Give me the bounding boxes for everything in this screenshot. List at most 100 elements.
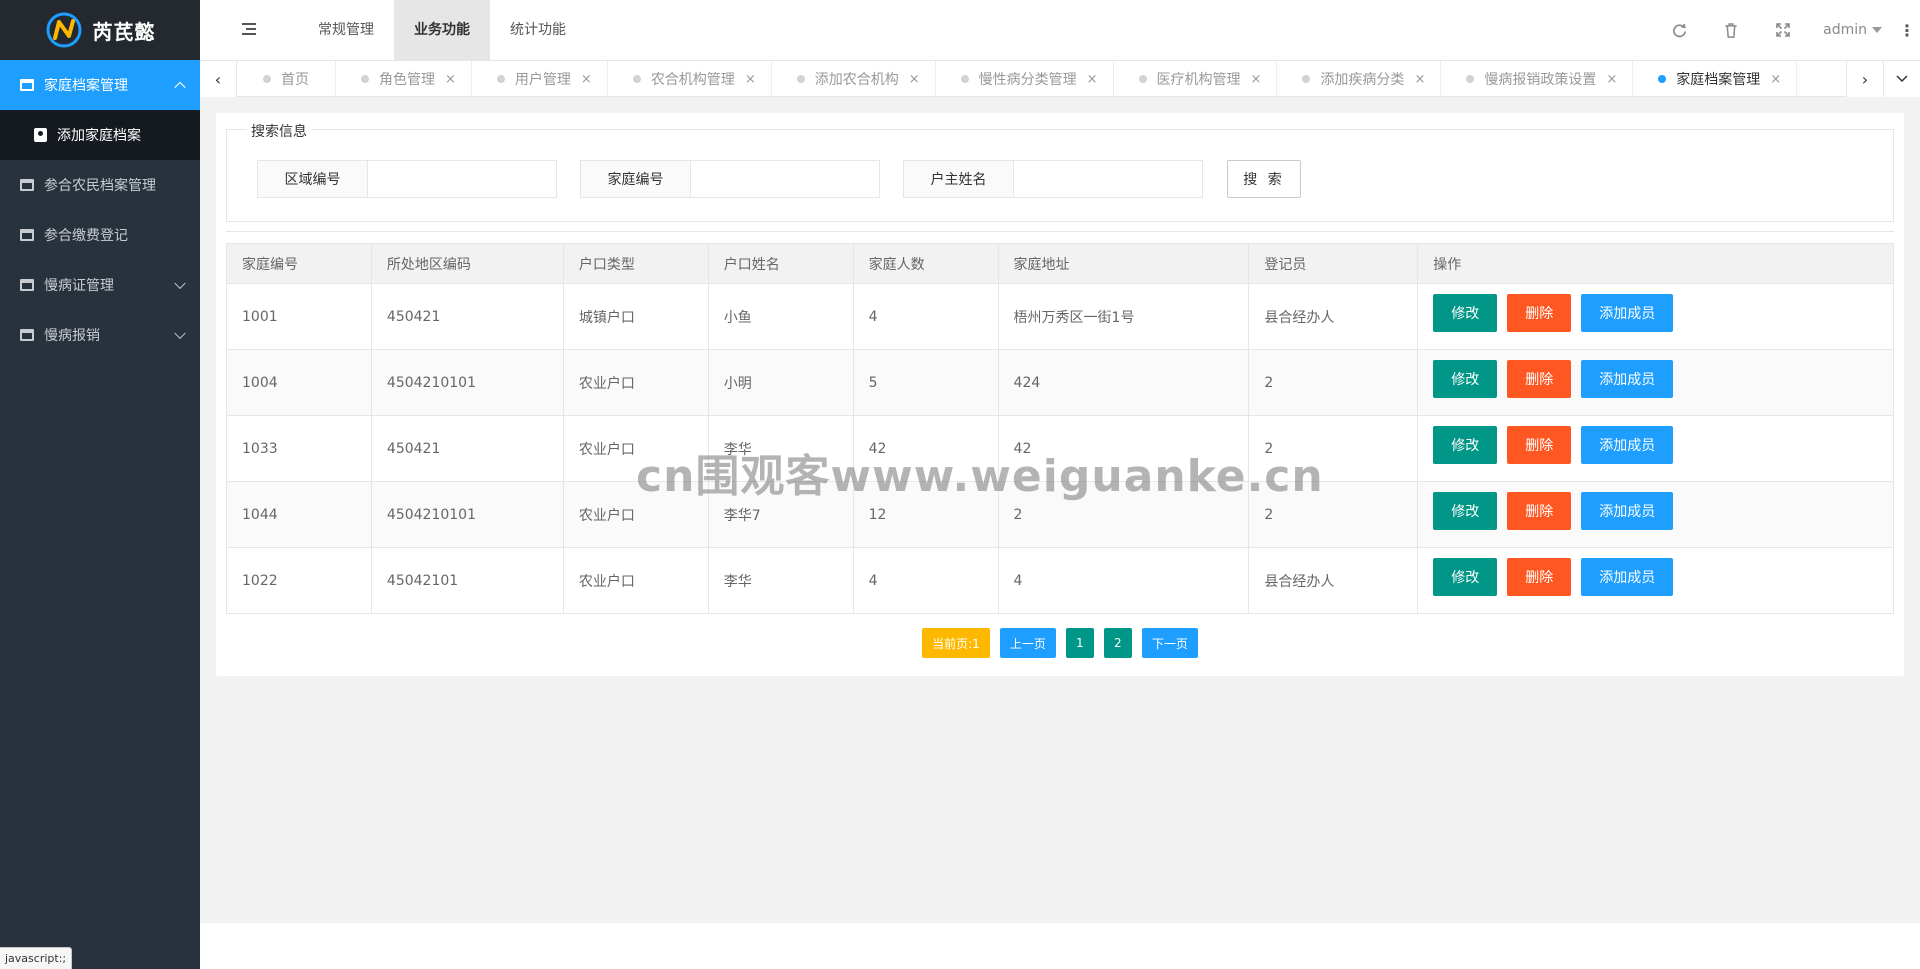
top-menu-routine[interactable]: 常规管理 (298, 0, 394, 60)
edit-button[interactable]: 修改 (1433, 491, 1498, 530)
tab-role-manage[interactable]: 角色管理 × (336, 61, 472, 97)
close-icon[interactable]: × (1251, 72, 1262, 87)
sidebar-item-label: 添加家庭档案 (57, 128, 141, 144)
close-icon[interactable]: × (745, 72, 756, 87)
current-page-indicator: 当前页:1 (922, 628, 990, 658)
table-cell: 1044 (226, 481, 372, 548)
close-icon[interactable]: × (445, 72, 456, 87)
delete-button[interactable]: 删除 (1507, 425, 1572, 464)
table-cell: 424 (997, 349, 1250, 416)
next-page-button[interactable]: 下一页 (1141, 628, 1198, 658)
edit-button[interactable]: 修改 (1433, 359, 1498, 398)
close-icon[interactable]: × (1770, 72, 1781, 87)
menu-toggle-icon[interactable] (242, 23, 256, 35)
more-icon[interactable]: ⋮ (1894, 0, 1920, 60)
column-header: 所处地区编码 (370, 243, 564, 284)
chevron-right-icon[interactable]: › (1846, 61, 1883, 97)
area-code-input[interactable] (367, 160, 557, 198)
field-label: 家庭编号 (580, 160, 690, 198)
tab-chronic-category[interactable]: 慢性病分类管理 × (936, 61, 1114, 97)
top-menu: 常规管理 业务功能 统计功能 (298, 0, 586, 60)
top-menu-statistics[interactable]: 统计功能 (490, 0, 586, 60)
close-icon[interactable]: × (581, 72, 592, 87)
table-row: 1001 450421 城镇户口 小鱼 4 梧州万秀区一街1号 县合经办人 修改… (226, 283, 1894, 350)
edit-button[interactable]: 修改 (1433, 425, 1498, 464)
tab-add-disease-category[interactable]: 添加疾病分类 × (1277, 61, 1442, 97)
table-row: 1004 4504210101 农业户口 小明 5 424 2 修改 删除 添加… (226, 349, 1894, 416)
tab-family-archive[interactable]: 家庭档案管理 × (1633, 61, 1798, 97)
edit-button[interactable]: 修改 (1433, 293, 1498, 332)
tab-label: 用户管理 (514, 72, 571, 88)
family-code-input[interactable] (690, 160, 880, 198)
add-member-button[interactable]: 添加成员 (1581, 293, 1674, 332)
delete-button[interactable]: 删除 (1507, 557, 1572, 596)
logo-icon (46, 12, 81, 48)
prev-page-button[interactable]: 上一页 (999, 628, 1056, 658)
table-cell: 5 (852, 349, 999, 416)
user-name: admin (1823, 22, 1867, 38)
sidebar-item-label: 参合缴费登记 (44, 228, 128, 244)
tab-dot (960, 75, 969, 83)
delete-button[interactable]: 删除 (1507, 359, 1572, 398)
top-menu-business[interactable]: 业务功能 (394, 0, 490, 60)
logo[interactable]: 芮芪懿 (0, 0, 200, 60)
tab-coop-org-manage[interactable]: 农合机构管理 × (608, 61, 772, 97)
table-cell: 4504210101 (370, 481, 564, 548)
edit-button[interactable]: 修改 (1433, 557, 1498, 596)
delete-button[interactable]: 删除 (1507, 293, 1572, 332)
window-icon (20, 79, 34, 91)
content-card: 搜索信息 区域编号 家庭编号 户主姓名 搜 索 家庭编号 所处地区编码 户口类型… (216, 113, 1904, 676)
tab-user-manage[interactable]: 用户管理 × (472, 61, 608, 97)
tab-dot (1302, 75, 1311, 83)
add-member-button[interactable]: 添加成员 (1581, 425, 1674, 464)
table-row: 1033 450421 农业户口 李华 42 42 2 修改 删除 添加成员 (226, 415, 1894, 482)
family-table: 家庭编号 所处地区编码 户口类型 户口姓名 家庭人数 家庭地址 登记员 操作 1… (226, 243, 1894, 614)
page-button-2[interactable]: 2 (1103, 628, 1132, 658)
tab-add-coop-org[interactable]: 添加农合机构 × (772, 61, 936, 97)
sidebar-subitem-add-family-archive[interactable]: 添加家庭档案 (0, 110, 200, 160)
add-member-button[interactable]: 添加成员 (1581, 491, 1674, 530)
trash-icon[interactable] (1705, 0, 1757, 60)
tab-medical-org[interactable]: 医疗机构管理 × (1114, 61, 1278, 97)
contact-icon (34, 128, 47, 142)
column-header: 家庭编号 (226, 243, 372, 284)
tab-dot (361, 75, 369, 83)
user-menu[interactable]: admin (1809, 22, 1894, 38)
chevron-down-icon[interactable] (1883, 61, 1920, 97)
column-header: 登记员 (1248, 243, 1419, 284)
fullscreen-icon[interactable] (1757, 0, 1809, 60)
add-member-button[interactable]: 添加成员 (1581, 359, 1674, 398)
search-fieldset: 搜索信息 区域编号 家庭编号 户主姓名 搜 索 (226, 121, 1894, 222)
table-cell: 李华 (707, 415, 854, 482)
close-icon[interactable]: × (909, 72, 920, 87)
chevron-left-icon[interactable]: ‹ (200, 61, 237, 97)
sidebar-item-farmer-archive[interactable]: 参合农民档案管理 (0, 160, 200, 210)
page-button-1[interactable]: 1 (1065, 628, 1094, 658)
sidebar-item-chronic-reimburse[interactable]: 慢病报销 (0, 310, 200, 360)
tab-home[interactable]: 首页 (237, 61, 336, 97)
sidebar-item-family-archive[interactable]: 家庭档案管理 (0, 60, 200, 110)
tab-label: 添加农合机构 (814, 72, 899, 88)
table-cell: 2 (997, 481, 1250, 548)
close-icon[interactable]: × (1087, 72, 1098, 87)
tab-label: 慢性病分类管理 (978, 72, 1077, 88)
close-icon[interactable]: × (1606, 72, 1617, 87)
table-cell: 2 (1248, 481, 1419, 548)
table-row: 1022 45042101 农业户口 李华 4 4 县合经办人 修改 删除 添加… (226, 547, 1894, 614)
window-icon (20, 329, 34, 341)
actions-cell: 修改 删除 添加成员 (1417, 349, 1894, 416)
householder-input[interactable] (1013, 160, 1203, 198)
delete-button[interactable]: 删除 (1507, 491, 1572, 530)
close-icon[interactable]: × (1414, 72, 1425, 87)
table-cell: 李华 (707, 547, 854, 614)
tab-reimburse-policy[interactable]: 慢病报销政策设置 × (1441, 61, 1634, 97)
actions-cell: 修改 删除 添加成员 (1417, 547, 1894, 614)
tabs: 首页 角色管理 × 用户管理 × 农合机构管理 × 添加农合机构 × 慢性病分类管理 × … (237, 61, 1798, 97)
tab-label: 医疗机构管理 (1156, 72, 1241, 88)
refresh-icon[interactable] (1653, 0, 1705, 60)
sidebar-item-chronic-card[interactable]: 慢病证管理 (0, 260, 200, 310)
sidebar-item-payment-register[interactable]: 参合缴费登记 (0, 210, 200, 260)
table-cell: 1033 (226, 415, 372, 482)
add-member-button[interactable]: 添加成员 (1581, 557, 1674, 596)
search-button[interactable]: 搜 索 (1227, 160, 1301, 198)
